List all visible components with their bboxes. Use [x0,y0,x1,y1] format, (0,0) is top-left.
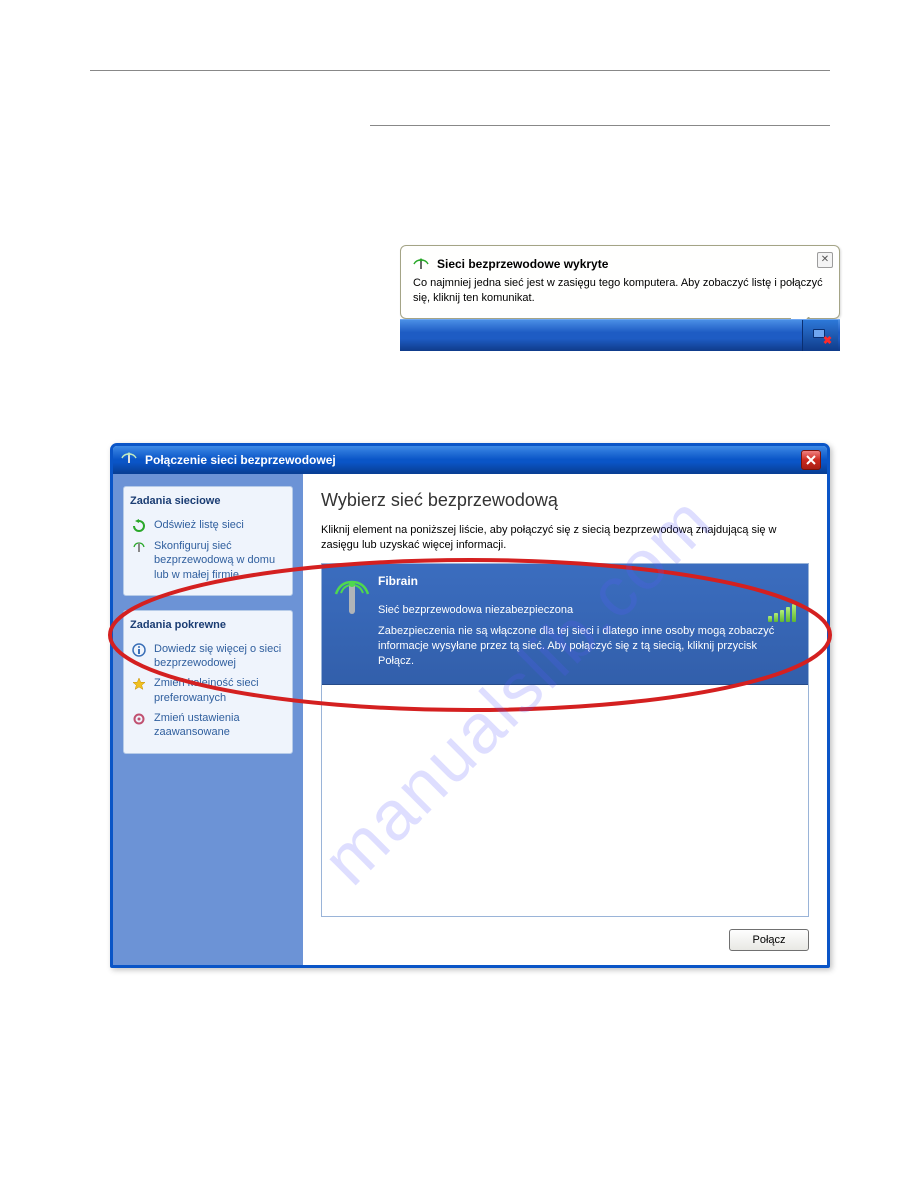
window-close-button[interactable] [801,450,821,470]
network-description: Zabezpieczenia nie są włączone dla tej s… [378,624,794,670]
network-item[interactable]: Fibrain Sieć bezprzewodowa niezabezpiecz… [322,564,808,685]
wireless-icon [413,256,429,272]
sidebar: Zadania sieciowe Odśwież listę sieci [113,474,303,965]
balloon-title: Sieci bezprzewodowe wykryte [437,257,608,271]
network-ssid: Fibrain [378,574,794,588]
star-icon [132,677,148,691]
related-tasks-panel: Zadania pokrewne Dowiedz się więcej o si… [123,610,293,754]
main-content: Wybierz sieć bezprzewodową Kliknij eleme… [303,474,827,965]
setup-network-link[interactable]: Skonfiguruj sieć bezprzewodową w domu lu… [130,536,286,585]
info-icon [132,643,148,657]
balloon-body: Co najmniej jedna sieć jest w zasięgu te… [413,276,827,306]
notification-balloon[interactable]: Sieci bezprzewodowe wykryte Co najmniej … [400,245,840,319]
link-label: Zmień kolejność sieci preferowanych [154,676,284,705]
antenna-icon [332,574,372,618]
wireless-icon [121,450,137,469]
change-order-link[interactable]: Zmień kolejność sieci preferowanych [130,673,286,708]
wireless-tray-icon[interactable]: ✖ [812,327,830,343]
horizontal-rule-top [90,70,830,71]
gear-icon [132,712,148,726]
signal-strength-icon [768,604,796,622]
horizontal-rule-sub [370,125,830,126]
taskbar: ✖ [400,319,840,351]
learn-more-link[interactable]: Dowiedz się więcej o sieci bezprzewodowe… [130,639,286,674]
titlebar[interactable]: Połączenie sieci bezprzewodowej [113,446,827,474]
network-status: Sieć bezprzewodowa niezabezpieczona [378,604,794,616]
refresh-list-link[interactable]: Odśwież listę sieci [130,515,286,536]
connect-button[interactable]: Połącz [729,929,809,951]
window-title: Połączenie sieci bezprzewodowej [145,453,336,467]
main-subtext: Kliknij element na poniższej liście, aby… [321,523,809,553]
link-label: Odśwież listę sieci [154,518,244,532]
panel-title: Zadania sieciowe [130,495,286,507]
advanced-settings-link[interactable]: Zmień ustawienia zaawansowane [130,708,286,743]
panel-title: Zadania pokrewne [130,619,286,631]
link-label: Skonfiguruj sieć bezprzewodową w domu lu… [154,539,284,582]
main-heading: Wybierz sieć bezprzewodową [321,490,809,511]
link-label: Dowiedz się więcej o sieci bezprzewodowe… [154,642,284,671]
notification-group: Sieci bezprzewodowe wykryte Co najmniej … [400,245,840,351]
button-bar: Połącz [321,917,809,951]
balloon-close-button[interactable]: ✕ [817,252,833,268]
system-tray[interactable]: ✖ [802,320,838,351]
network-list: Fibrain Sieć bezprzewodowa niezabezpiecz… [321,563,809,917]
link-label: Zmień ustawienia zaawansowane [154,711,284,740]
antenna-icon [132,540,148,554]
network-tasks-panel: Zadania sieciowe Odśwież listę sieci [123,486,293,596]
refresh-icon [132,519,148,533]
wireless-connection-window: Połączenie sieci bezprzewodowej Zadania … [110,443,830,968]
